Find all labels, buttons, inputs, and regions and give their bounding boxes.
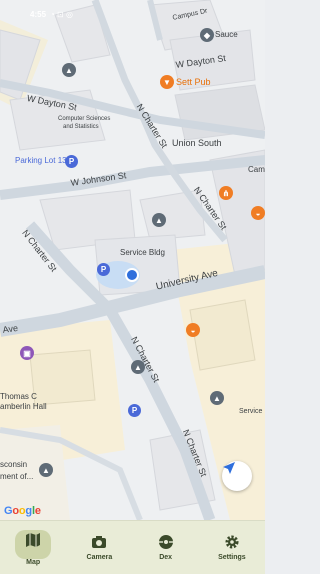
street-university-ave-left: Ave — [2, 322, 19, 335]
school-icon-4[interactable]: ▲ — [210, 391, 224, 405]
cafe-icon-2[interactable]: ◒ — [251, 206, 265, 220]
place-service-bldg[interactable]: Service Bldg — [120, 248, 165, 257]
cafe-icon[interactable]: ◒ — [186, 323, 200, 337]
nav-map[interactable]: Map — [0, 521, 66, 574]
location-marker-icon[interactable] — [125, 268, 139, 282]
place-union-south[interactable]: Union South — [172, 138, 222, 148]
place-sauce[interactable]: Sauce — [215, 30, 238, 39]
place-service-right[interactable]: Service — [239, 408, 262, 415]
place-computer-sciences[interactable]: Computer Sciences — [58, 116, 110, 122]
place-thomas-c-2[interactable]: amberlin Hall — [0, 402, 47, 411]
place-thomas-c-1[interactable]: Thomas C — [0, 392, 37, 401]
place-parking-lot[interactable]: Parking Lot 13 — [15, 156, 67, 165]
pub-icon[interactable]: ▼ — [160, 75, 174, 89]
recenter-button[interactable] — [222, 461, 252, 491]
place-computer-sciences-2[interactable]: and Statistics — [63, 124, 99, 130]
parking-icon-2[interactable]: P — [97, 263, 110, 276]
navigation-arrow-icon — [223, 462, 235, 474]
school-icon[interactable]: ▲ — [62, 63, 76, 77]
map-icon — [26, 532, 41, 547]
school-icon-3[interactable]: ▲ — [131, 360, 145, 374]
camera-icon — [92, 536, 107, 548]
place-sett-pub[interactable]: Sett Pub — [176, 77, 211, 87]
nav-camera-label: Camera — [86, 554, 113, 561]
nav-dex-label: Dex — [159, 554, 173, 561]
parking-icon[interactable]: P — [65, 155, 78, 168]
school-icon-5[interactable]: ▲ — [39, 463, 53, 477]
parking-icon-3[interactable]: P — [128, 404, 141, 417]
place-wisconsin-1[interactable]: sconsin — [0, 460, 27, 469]
status-time: 4:55 — [30, 10, 47, 19]
restaurant-icon-2[interactable]: ⋔ — [219, 186, 233, 200]
nav-settings[interactable]: Settings — [199, 521, 265, 574]
nav-camera[interactable]: Camera — [66, 521, 132, 574]
map-view[interactable]: 4:55 ◔ ⊡ ◎ W Dayton St W Dayton St W Joh… — [0, 0, 265, 520]
google-logo: Google — [4, 505, 41, 517]
place-wisconsin-2[interactable]: ment of... — [0, 472, 33, 481]
bottom-navigation: Map Camera Dex Settings — [0, 520, 265, 574]
place-cam-right[interactable]: Cam — [248, 165, 265, 174]
museum-icon[interactable]: ▣ — [20, 346, 34, 360]
nav-map-label: Map — [26, 558, 41, 566]
nav-dex[interactable]: Dex — [133, 521, 199, 574]
school-icon-2[interactable]: ▲ — [152, 213, 166, 227]
status-indicators: ◔ ⊡ ◎ — [50, 10, 73, 19]
nav-settings-label: Settings — [218, 554, 246, 561]
dex-icon — [158, 535, 173, 549]
status-bar: 4:55 ◔ ⊡ ◎ — [0, 0, 265, 22]
restaurant-icon[interactable]: ◆ — [200, 28, 214, 42]
settings-icon — [225, 535, 239, 549]
